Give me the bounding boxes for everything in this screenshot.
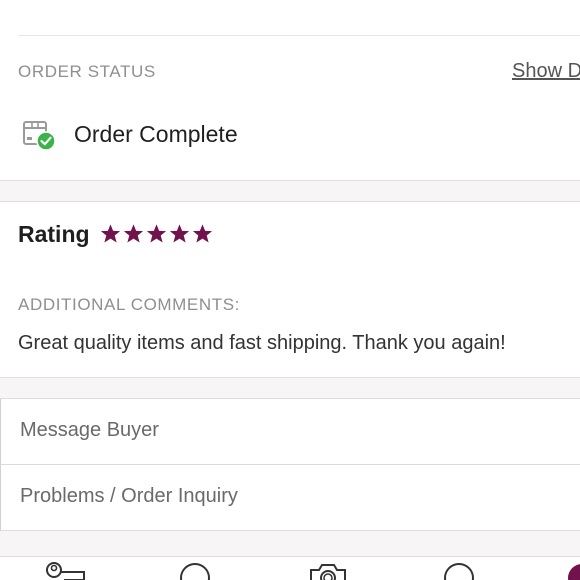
- bottom-tab-bar: [0, 556, 580, 580]
- camera-icon[interactable]: [308, 562, 348, 580]
- order-inquiry-button[interactable]: Problems / Order Inquiry: [0, 465, 580, 531]
- rating-title: Rating: [18, 221, 90, 247]
- divider: [18, 35, 580, 36]
- order-status-section: ORDER STATUS Show D Order Complete: [0, 0, 580, 181]
- search-icon[interactable]: [178, 562, 212, 580]
- order-status-label: ORDER STATUS: [18, 62, 156, 81]
- comments-label: ADDITIONAL COMMENTS:: [18, 295, 240, 314]
- star-icon: [100, 224, 121, 243]
- show-details-link[interactable]: Show D: [512, 60, 580, 83]
- chat-icon[interactable]: [442, 562, 476, 580]
- comment-text: Great quality items and fast shipping. T…: [18, 332, 506, 354]
- rating-section: Rating ADDITIONAL COMMENTS: Great qualit…: [0, 201, 580, 378]
- star-icon: [123, 224, 144, 243]
- actions-section: Message Buyer Problems / Order Inquiry: [0, 398, 580, 531]
- profile-icon[interactable]: [566, 562, 580, 580]
- message-buyer-label: Message Buyer: [20, 419, 159, 441]
- order-status-value: Order Complete: [74, 121, 238, 147]
- package-check-icon: [23, 121, 56, 151]
- message-buyer-button[interactable]: Message Buyer: [0, 399, 580, 465]
- closet-icon[interactable]: [44, 562, 86, 580]
- rating-stars: [100, 223, 213, 244]
- star-icon: [146, 224, 167, 243]
- star-icon: [169, 224, 190, 243]
- star-icon: [192, 224, 213, 243]
- order-inquiry-label: Problems / Order Inquiry: [20, 485, 238, 507]
